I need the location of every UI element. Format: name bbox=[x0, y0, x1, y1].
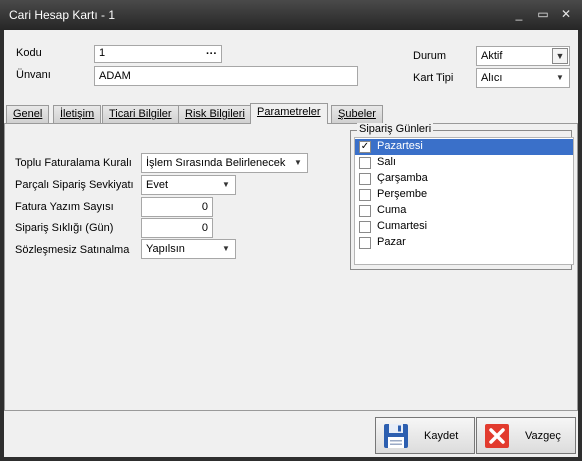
kart-tipi-value: Alıcı bbox=[481, 72, 503, 84]
minimize-button[interactable]: _ bbox=[511, 6, 527, 22]
title-bar: Cari Hesap Kartı - 1 _ ▭ ✕ bbox=[0, 0, 582, 30]
sozlesmesiz-label: Sözleşmesiz Satınalma bbox=[15, 244, 130, 256]
day-label: Çarşamba bbox=[377, 172, 428, 184]
day-item-cuma[interactable]: Cuma bbox=[355, 203, 573, 219]
parcali-siparis-select[interactable]: Evet ▼ bbox=[141, 175, 236, 195]
checkbox-icon[interactable] bbox=[359, 173, 371, 185]
chevron-down-icon[interactable]: ▼ bbox=[554, 69, 566, 87]
fatura-yazim-label: Fatura Yazım Sayısı bbox=[15, 201, 114, 213]
day-item-persembe[interactable]: Perşembe bbox=[355, 187, 573, 203]
sozlesmesiz-value: Yapılsın bbox=[146, 243, 185, 255]
tab-ticari-bilgiler[interactable]: Ticari Bilgiler bbox=[102, 105, 179, 124]
tab-genel[interactable]: Genel bbox=[6, 105, 50, 124]
day-item-pazartesi[interactable]: ✓ Pazartesi bbox=[355, 139, 573, 155]
day-item-carsamba[interactable]: Çarşamba bbox=[355, 171, 573, 187]
checkbox-icon[interactable] bbox=[359, 237, 371, 249]
parametreler-panel: Toplu Faturalama Kuralı İşlem Sırasında … bbox=[4, 123, 578, 411]
siparis-gunleri-group: Sipariş Günleri ✓ Pazartesi Salı Çarşamb… bbox=[350, 123, 574, 270]
siparis-sikligi-field[interactable]: 0 bbox=[141, 218, 213, 238]
checkbox-checked-icon[interactable]: ✓ bbox=[359, 141, 371, 153]
siparis-gunleri-title: Sipariş Günleri bbox=[357, 123, 434, 135]
day-label: Cumartesi bbox=[377, 220, 428, 232]
durum-label: Durum bbox=[413, 50, 447, 62]
durum-select[interactable]: Aktif ▼ bbox=[476, 46, 570, 66]
fatura-yazim-field[interactable]: 0 bbox=[141, 197, 213, 217]
kodu-label: Kodu bbox=[16, 47, 42, 59]
tab-risk-bilgileri[interactable]: Risk Bilgileri bbox=[178, 105, 252, 124]
toplu-faturalama-select[interactable]: İşlem Sırasında Belirlenecek ▼ bbox=[141, 153, 308, 173]
parcali-siparis-value: Evet bbox=[146, 179, 169, 191]
unvani-label: Ünvanı bbox=[16, 69, 51, 81]
toplu-faturalama-value: İşlem Sırasında Belirlenecek bbox=[146, 157, 286, 169]
day-item-cumartesi[interactable]: Cumartesi bbox=[355, 219, 573, 235]
kodu-field[interactable]: 1 ··· bbox=[94, 45, 222, 63]
save-button[interactable]: Kaydet bbox=[375, 417, 475, 454]
close-button[interactable]: ✕ bbox=[558, 6, 574, 22]
checkbox-icon[interactable] bbox=[359, 157, 371, 169]
red-x-icon bbox=[485, 424, 509, 448]
kart-tipi-select[interactable]: Alıcı ▼ bbox=[476, 68, 570, 88]
tab-strip: Genel İletişim Ticari Bilgiler Risk Bilg… bbox=[4, 103, 578, 124]
durum-value: Aktif bbox=[481, 50, 503, 62]
day-label: Salı bbox=[377, 156, 396, 168]
cancel-button-label: Vazgeç bbox=[525, 430, 561, 442]
window-client: Kodu 1 ··· Ünvanı ADAM Durum Aktif ▼ Kar… bbox=[4, 30, 578, 457]
button-bar: Kaydet Vazgeç bbox=[4, 411, 578, 457]
chevron-down-icon[interactable]: ▼ bbox=[552, 48, 568, 64]
siparis-sikligi-value: 0 bbox=[201, 222, 208, 234]
checkbox-icon[interactable] bbox=[359, 189, 371, 201]
unvani-field[interactable]: ADAM bbox=[94, 66, 358, 86]
restore-button[interactable]: ▭ bbox=[535, 6, 551, 22]
kart-tipi-label: Kart Tipi bbox=[413, 72, 454, 84]
chevron-down-icon[interactable]: ▼ bbox=[220, 176, 232, 194]
tab-parametreler[interactable]: Parametreler bbox=[250, 103, 328, 124]
toplu-faturalama-label: Toplu Faturalama Kuralı bbox=[15, 157, 132, 169]
siparis-sikligi-label: Sipariş Sıklığı (Gün) bbox=[15, 222, 114, 234]
day-label: Cuma bbox=[377, 204, 407, 216]
kodu-value: 1 bbox=[99, 47, 106, 59]
day-item-sali[interactable]: Salı bbox=[355, 155, 573, 171]
checkbox-icon[interactable] bbox=[359, 205, 371, 217]
window-title: Cari Hesap Kartı - 1 bbox=[9, 8, 116, 22]
tab-subeler[interactable]: Şubeler bbox=[331, 105, 383, 124]
day-label: Perşembe bbox=[377, 188, 428, 200]
fatura-yazim-value: 0 bbox=[201, 201, 208, 213]
parcali-siparis-label: Parçalı Sipariş Sevkiyatı bbox=[15, 179, 134, 191]
floppy-disk-icon bbox=[384, 424, 408, 448]
siparis-gunleri-list[interactable]: ✓ Pazartesi Salı Çarşamba Perşembe Cuma … bbox=[354, 137, 574, 265]
cancel-button[interactable]: Vazgeç bbox=[476, 417, 576, 454]
chevron-down-icon[interactable]: ▼ bbox=[220, 240, 232, 258]
day-label: Pazartesi bbox=[377, 140, 423, 152]
save-button-label: Kaydet bbox=[424, 430, 459, 442]
sozlesmesiz-select[interactable]: Yapılsın ▼ bbox=[141, 239, 236, 259]
chevron-down-icon[interactable]: ▼ bbox=[292, 154, 304, 172]
checkbox-icon[interactable] bbox=[359, 221, 371, 233]
day-item-pazar[interactable]: Pazar bbox=[355, 235, 573, 251]
unvani-value: ADAM bbox=[99, 70, 131, 82]
day-label: Pazar bbox=[377, 236, 406, 248]
lookup-dots-icon[interactable]: ··· bbox=[206, 46, 217, 62]
tab-iletisim[interactable]: İletişim bbox=[53, 105, 102, 124]
